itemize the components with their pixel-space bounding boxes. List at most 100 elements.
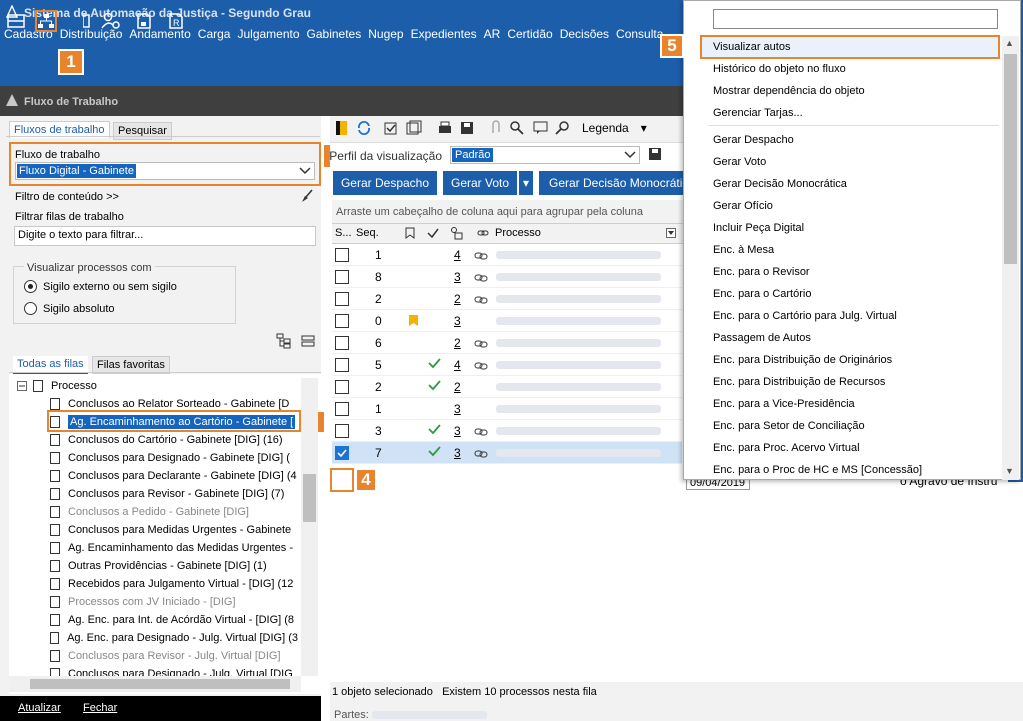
row-checkbox[interactable] bbox=[335, 292, 349, 306]
atualizar-button[interactable]: Atualizar bbox=[18, 702, 61, 714]
menu-consulta[interactable]: Consulta bbox=[616, 27, 663, 44]
select-all-icon[interactable] bbox=[384, 120, 400, 139]
refresh-icon[interactable] bbox=[356, 120, 372, 139]
queue-item[interactable]: Ag. Enc. para Designado - Julg. Virtual … bbox=[50, 629, 298, 647]
col-processo[interactable]: Processo bbox=[495, 227, 541, 239]
context-search-input[interactable] bbox=[713, 9, 998, 29]
context-item[interactable]: Passagem de Autos bbox=[713, 327, 811, 349]
tree-root[interactable]: Processo bbox=[33, 377, 97, 395]
queue-item[interactable]: Ag. Enc. para Int. de Acórdão Virtual - … bbox=[50, 611, 298, 629]
context-item-top[interactable]: Visualizar autos bbox=[713, 36, 790, 58]
queue-item[interactable]: Outras Providências - Gabinete [DIG] (1) bbox=[50, 557, 298, 575]
gerar-despacho-button[interactable]: Gerar Despacho bbox=[333, 171, 437, 195]
queue-item[interactable]: Conclusos a Pedido - Gabinete [DIG] bbox=[50, 503, 298, 521]
queue-item[interactable]: Ag. Encaminhamento das Medidas Urgentes … bbox=[50, 539, 298, 557]
menu-certidao[interactable]: Certidão bbox=[507, 27, 552, 44]
row-checkbox[interactable] bbox=[335, 336, 349, 350]
row-count-link[interactable]: 2 bbox=[454, 336, 461, 350]
save-view-icon[interactable] bbox=[648, 147, 662, 164]
queue-item[interactable]: Recebidos para Julgamento Virtual - [DIG… bbox=[50, 575, 298, 593]
queue-item[interactable]: Conclusos do Cartório - Gabinete [DIG] (… bbox=[50, 431, 298, 449]
tree-collapse-icon[interactable] bbox=[300, 333, 316, 352]
chevron-down-icon[interactable] bbox=[624, 148, 636, 163]
document-r-icon[interactable]: R bbox=[165, 10, 187, 32]
menu-gabinetes[interactable]: Gabinetes bbox=[307, 27, 362, 44]
check-header-icon[interactable] bbox=[427, 227, 439, 242]
row-checkbox[interactable] bbox=[335, 402, 349, 416]
row-checkbox[interactable] bbox=[335, 424, 349, 438]
link-icon[interactable] bbox=[474, 338, 488, 352]
context-item[interactable]: Enc. para a Vice-Presidência bbox=[713, 393, 855, 415]
row-count-link[interactable]: 3 bbox=[454, 402, 461, 416]
link-icon[interactable] bbox=[474, 294, 488, 308]
folder-flag-icon[interactable] bbox=[335, 120, 349, 139]
context-item[interactable]: Enc. para Setor de Conciliação bbox=[713, 415, 865, 437]
context-scroll-thumb[interactable] bbox=[1004, 54, 1017, 264]
context-item-top[interactable]: Mostrar dependência do objeto bbox=[713, 80, 865, 102]
context-item-top[interactable]: Histórico do objeto no fluxo bbox=[713, 58, 846, 80]
row-checkbox[interactable] bbox=[335, 314, 349, 328]
context-item[interactable]: Enc. para o Proc de HC e MS [Concessão] bbox=[713, 459, 922, 481]
filter-icon[interactable] bbox=[666, 227, 676, 241]
row-count-link[interactable]: 3 bbox=[454, 446, 461, 460]
context-item[interactable]: Enc. à Mesa bbox=[713, 239, 774, 261]
context-scrollbar[interactable]: ▲ ▼ bbox=[1002, 36, 1019, 480]
bookmark-icon[interactable] bbox=[405, 227, 415, 242]
context-item[interactable]: Gerar Despacho bbox=[713, 129, 794, 151]
filtro-conteudo-link[interactable]: Filtro de conteúdo >> bbox=[15, 191, 119, 203]
context-item-top[interactable]: Gerenciar Tarjas... bbox=[713, 102, 803, 124]
perfil-select[interactable]: Padrão bbox=[450, 146, 640, 164]
gerar-voto-button[interactable]: Gerar Voto bbox=[443, 171, 517, 195]
deselect-icon[interactable] bbox=[406, 120, 422, 139]
col-status[interactable]: S... bbox=[335, 227, 352, 239]
context-item[interactable]: Gerar Decisão Monocrática bbox=[713, 173, 847, 195]
context-item[interactable]: Enc. para o Cartório bbox=[713, 283, 811, 305]
context-item[interactable]: Enc. para o Cartório para Julg. Virtual bbox=[713, 305, 897, 327]
row-count-link[interactable]: 3 bbox=[454, 424, 461, 438]
fluxo-select[interactable]: Fluxo Digital - Gabinete bbox=[15, 162, 315, 180]
link-header-icon[interactable] bbox=[477, 227, 489, 242]
row-checkbox[interactable] bbox=[335, 446, 349, 460]
tree-hscrollbar[interactable] bbox=[9, 676, 301, 692]
tree-scroll-thumb[interactable] bbox=[303, 474, 316, 522]
queue-item[interactable]: Conclusos para Revisor - Gabinete [DIG] … bbox=[50, 485, 298, 503]
tree-expand-icon[interactable] bbox=[276, 333, 292, 352]
context-item[interactable]: Gerar Voto bbox=[713, 151, 766, 173]
tree-scrollbar[interactable] bbox=[301, 378, 318, 676]
document-icon[interactable] bbox=[83, 10, 91, 32]
row-count-link[interactable]: 2 bbox=[454, 292, 461, 306]
row-count-link[interactable]: 4 bbox=[454, 248, 461, 262]
user-settings-icon[interactable] bbox=[100, 10, 122, 32]
context-item[interactable]: Enc. para Proc. Acervo Virtual bbox=[713, 437, 860, 459]
document-lock-icon[interactable] bbox=[133, 10, 155, 32]
menu-carga[interactable]: Carga bbox=[198, 27, 231, 44]
save-icon[interactable] bbox=[459, 120, 475, 139]
menu-expedientes[interactable]: Expedientes bbox=[411, 27, 477, 44]
workflow-icon[interactable] bbox=[35, 10, 57, 32]
broom-icon[interactable] bbox=[300, 189, 314, 206]
tree-hscroll-thumb[interactable] bbox=[30, 679, 290, 689]
menu-ar[interactable]: AR bbox=[484, 27, 501, 44]
link-icon[interactable] bbox=[474, 360, 488, 374]
context-item[interactable]: Enc. para Distribuição de Recursos bbox=[713, 371, 885, 393]
link-icon[interactable] bbox=[474, 250, 488, 264]
row-count-link[interactable]: 3 bbox=[454, 314, 461, 328]
row-checkbox[interactable] bbox=[335, 270, 349, 284]
queue-item[interactable]: Conclusos para Declarante - Gabinete [DI… bbox=[50, 467, 298, 485]
gerar-voto-dropdown[interactable]: ▾ bbox=[518, 171, 533, 195]
magnify-icon[interactable] bbox=[555, 120, 571, 139]
queue-item[interactable]: Processos com JV Iniciado - [DIG] bbox=[50, 593, 298, 611]
context-item[interactable]: Enc. para o Revisor bbox=[713, 261, 810, 283]
chevron-down-icon[interactable]: ▼ bbox=[1005, 466, 1014, 476]
context-item[interactable]: Incluir Peça Digital bbox=[713, 217, 804, 239]
row-checkbox[interactable] bbox=[335, 380, 349, 394]
tree-collapse-box-icon[interactable] bbox=[17, 380, 27, 394]
queue-item[interactable]: Conclusos para Revisor - Julg. Virtual [… bbox=[50, 647, 298, 665]
row-count-link[interactable]: 2 bbox=[454, 380, 461, 394]
gerar-decisao-button[interactable]: Gerar Decisão Monocrática bbox=[539, 171, 684, 195]
link-icon[interactable] bbox=[474, 426, 488, 440]
menu-julgamento[interactable]: Julgamento bbox=[237, 27, 299, 44]
fechar-button[interactable]: Fechar bbox=[83, 702, 117, 714]
queue-item[interactable]: Conclusos para Medidas Urgentes - Gabine… bbox=[50, 521, 298, 539]
row-checkbox[interactable] bbox=[335, 358, 349, 372]
